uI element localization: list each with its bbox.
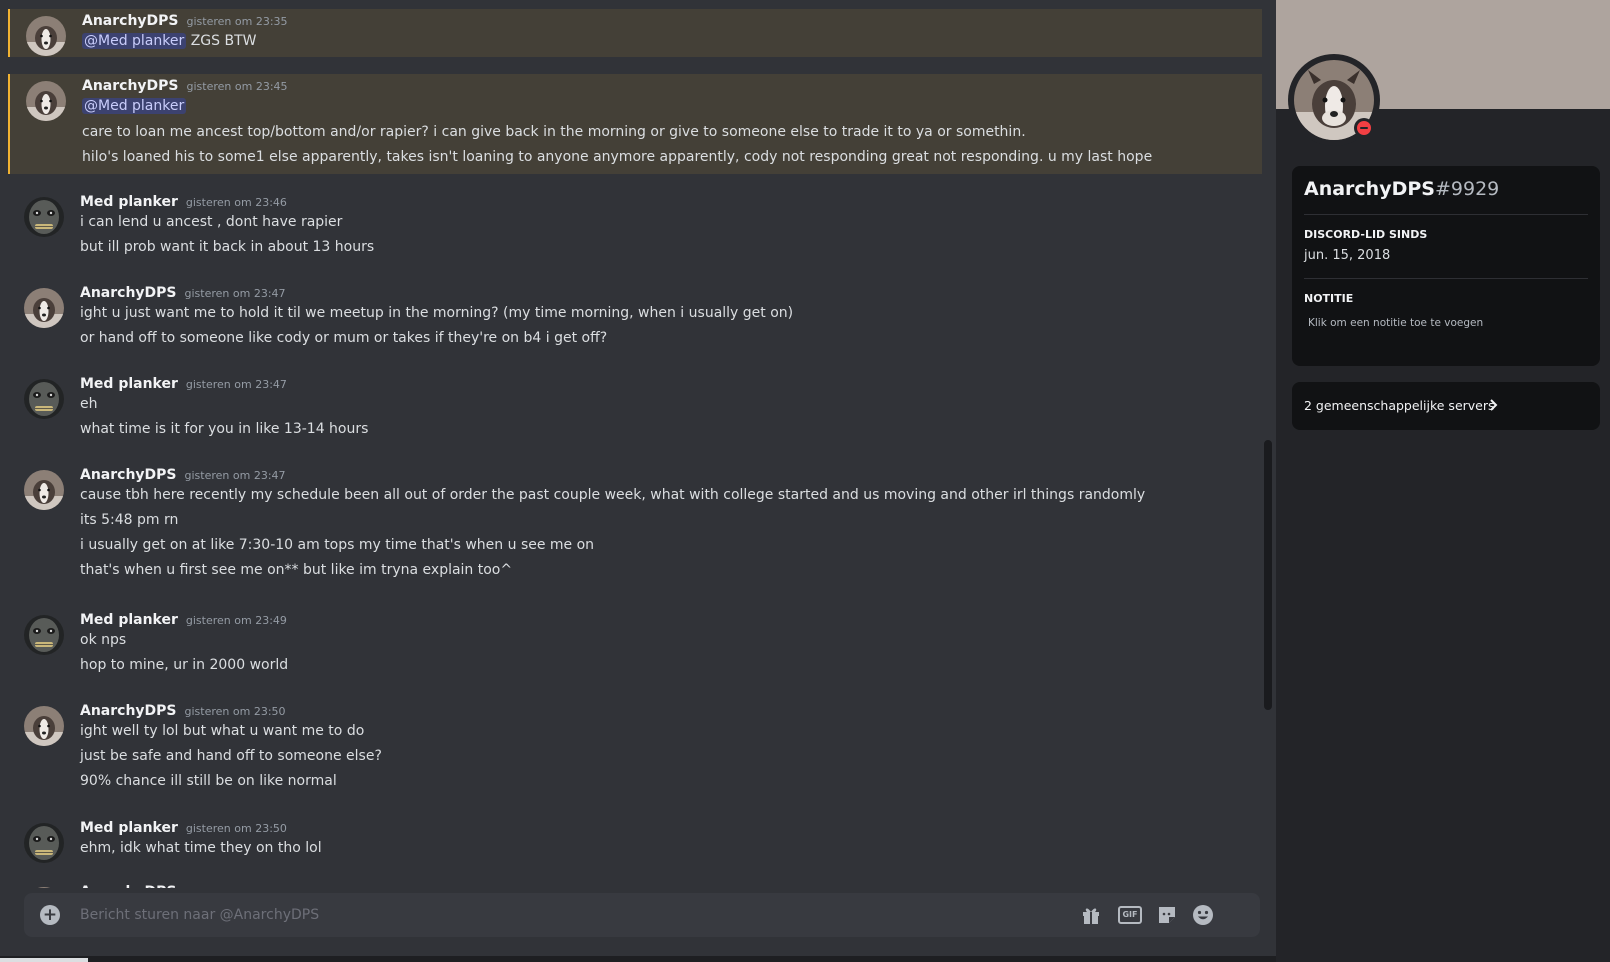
author-name[interactable]: Med planker [80, 612, 178, 628]
message-timestamp: gisteren om 23:50 [184, 705, 286, 718]
author-name[interactable]: Med planker [80, 376, 178, 392]
message-timestamp: gisteren om 23:45 [186, 80, 288, 93]
divider [1304, 214, 1588, 215]
message-text: what time is it for you in like 13-14 ho… [80, 421, 369, 437]
author-name[interactable]: Med planker [80, 194, 178, 210]
profile-info-card: AnarchyDPS#9929 DISCORD-LID SINDS jun. 1… [1292, 166, 1600, 366]
message-text: eh [80, 396, 98, 412]
user-mention[interactable]: @Med planker [82, 33, 187, 49]
member-since-title: DISCORD-LID SINDS [1304, 228, 1428, 241]
message-header: AnarchyDPS gisteren om 23:47 [80, 467, 286, 483]
gif-icon[interactable]: GIF [1118, 906, 1142, 924]
avatar[interactable] [26, 81, 66, 121]
message-list[interactable]: AnarchyDPS gisteren om 23:35 @Med planker … [8, 0, 1262, 888]
user-profile-panel: AnarchyDPS#9929 DISCORD-LID SINDS jun. 1… [1276, 0, 1610, 962]
message-timestamp: gisteren om 23:35 [186, 15, 288, 28]
message-group[interactable]: AnarchyDPS gisteren om 23:45 @Med planker c… [8, 74, 1262, 174]
message-group[interactable]: AnarchyDPS gisteren om 23:50 [8, 880, 1262, 888]
message-text: @Med planker ZGS BTW [82, 33, 257, 49]
message-text: ight well ty lol but what u want me to d… [80, 723, 365, 739]
message-header: AnarchyDPS gisteren om 23:35 [82, 13, 288, 29]
avatar[interactable] [24, 197, 64, 237]
message-header: Med planker gisteren om 23:50 [80, 820, 287, 836]
message-text: i usually get on at like 7:30-10 am tops… [80, 537, 595, 553]
message-text: its 5:48 pm rn [80, 512, 179, 528]
sticker-icon[interactable] [1156, 904, 1178, 926]
author-name[interactable]: AnarchyDPS [80, 467, 177, 483]
message-header: AnarchyDPS gisteren om 23:45 [82, 78, 288, 94]
message-header: Med planker gisteren om 23:47 [80, 376, 287, 392]
message-timestamp: gisteren om 23:47 [184, 287, 286, 300]
message-text: cause tbh here recently my schedule been… [80, 487, 1146, 503]
message-timestamp: gisteren om 23:47 [185, 378, 287, 391]
message-group[interactable]: AnarchyDPS gisteren om 23:50 ight well ty … [8, 699, 1262, 797]
message-group[interactable]: AnarchyDPS gisteren om 23:35 @Med planker … [8, 9, 1262, 57]
author-name[interactable]: AnarchyDPS [80, 884, 177, 888]
message-text: just be safe and hand off to someone els… [80, 748, 382, 764]
message-header: Med planker gisteren om 23:49 [80, 612, 287, 628]
attach-plus-icon[interactable]: + [40, 905, 60, 925]
author-name[interactable]: AnarchyDPS [80, 285, 177, 301]
message-text: but ill prob want it back in about 13 ho… [80, 239, 375, 255]
message-text: that's when u first see me on** but like… [80, 562, 513, 578]
message-text: i can lend u ancest , dont have rapier [80, 214, 343, 230]
chat-panel: AnarchyDPS gisteren om 23:35 @Med planker … [0, 0, 1276, 962]
message-text: ok nps [80, 632, 127, 648]
note-input[interactable] [1304, 310, 1588, 336]
message-text: ehm, idk what time they on tho lol [80, 840, 322, 856]
message-text: @Med planker [82, 98, 187, 114]
message-timestamp: gisteren om 23:47 [184, 469, 286, 482]
user-mention[interactable]: @Med planker [82, 98, 187, 114]
dnd-status-icon [1354, 118, 1374, 138]
message-timestamp: gisteren om 23:46 [185, 196, 287, 209]
avatar[interactable] [24, 823, 64, 863]
message-group[interactable]: Med planker gisteren om 23:47 eh what time … [8, 372, 1262, 444]
message-text: hilo's loaned his to some1 else apparent… [82, 149, 1153, 165]
message-header: AnarchyDPS gisteren om 23:50 [80, 703, 286, 719]
divider [1304, 278, 1588, 279]
status-bar [0, 956, 1276, 962]
profile-username: AnarchyDPS#9929 [1304, 178, 1500, 200]
profile-discriminator: #9929 [1434, 178, 1500, 200]
avatar[interactable] [24, 887, 64, 888]
message-input[interactable] [80, 893, 1120, 937]
mutual-servers-button[interactable]: 2 gemeenschappelijke servers [1292, 382, 1600, 430]
emoji-icon[interactable] [1192, 904, 1214, 926]
avatar[interactable] [24, 379, 64, 419]
message-timestamp: gisteren om 23:50 [185, 886, 286, 888]
avatar[interactable] [24, 706, 64, 746]
mutual-servers-label: 2 gemeenschappelijke servers [1304, 398, 1495, 413]
message-text: or hand off to someone like cody or mum … [80, 330, 608, 346]
message-group[interactable]: Med planker gisteren om 23:49 ok nps hop to… [8, 608, 1262, 680]
message-timestamp: gisteren om 23:50 [185, 822, 287, 835]
avatar[interactable] [24, 470, 64, 510]
avatar[interactable] [24, 615, 64, 655]
message-group[interactable]: Med planker gisteren om 23:50 ehm, idk wha… [8, 816, 1262, 868]
message-text: ight u just want me to hold it til we me… [80, 305, 794, 321]
gift-icon[interactable] [1080, 904, 1102, 926]
message-text: hop to mine, ur in 2000 world [80, 657, 289, 673]
message-header: AnarchyDPS gisteren om 23:47 [80, 285, 286, 301]
message-text: care to loan me ancest top/bottom and/or… [82, 124, 1026, 140]
scrollbar[interactable] [1264, 440, 1272, 710]
message-text: 90% chance ill still be on like normal [80, 773, 337, 789]
author-name[interactable]: AnarchyDPS [82, 13, 179, 29]
message-group[interactable]: Med planker gisteren om 23:46 i can lend u… [8, 190, 1262, 262]
message-group[interactable]: AnarchyDPS gisteren om 23:47 ight u just w… [8, 281, 1262, 353]
author-name[interactable]: AnarchyDPS [82, 78, 179, 94]
message-header: AnarchyDPS gisteren om 23:50 [80, 884, 286, 888]
author-name[interactable]: AnarchyDPS [80, 703, 177, 719]
active-indicator [0, 958, 88, 962]
member-since-value: jun. 15, 2018 [1304, 248, 1391, 263]
message-timestamp: gisteren om 23:49 [185, 614, 287, 627]
avatar[interactable] [24, 288, 64, 328]
message-composer: + GIF [24, 893, 1260, 937]
message-group[interactable]: AnarchyDPS gisteren om 23:47 cause tbh her… [8, 463, 1262, 581]
note-title: NOTITIE [1304, 292, 1354, 305]
chevron-right-icon [1490, 399, 1498, 411]
message-header: Med planker gisteren om 23:46 [80, 194, 287, 210]
avatar[interactable] [26, 16, 66, 56]
author-name[interactable]: Med planker [80, 820, 178, 836]
